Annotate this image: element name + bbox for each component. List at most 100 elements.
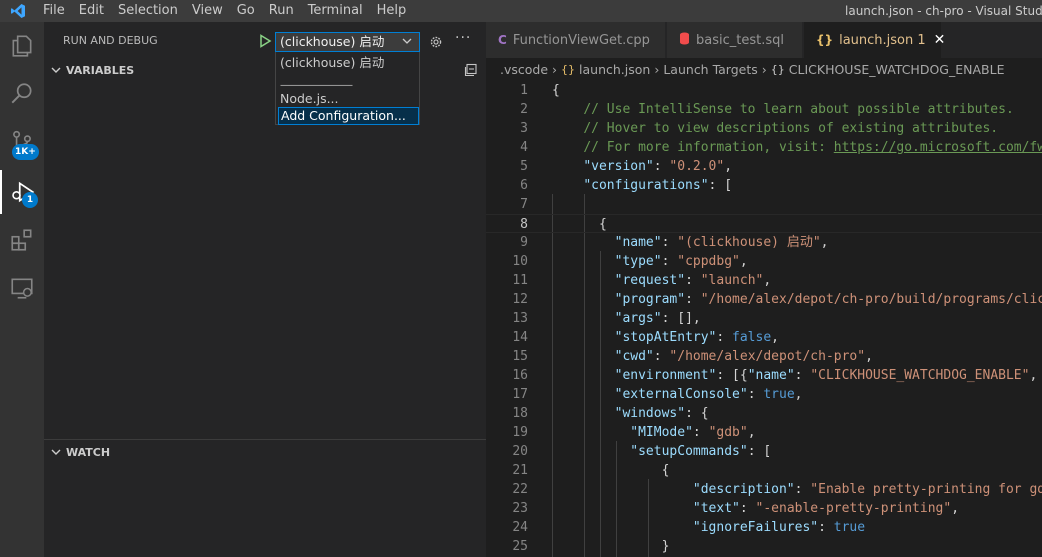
- watch-section-header[interactable]: WATCH: [44, 441, 486, 463]
- breadcrumb-watchdog-enable[interactable]: CLICKHOUSE_WATCHDOG_ENABLE: [789, 62, 1005, 77]
- extensions-button[interactable]: [0, 218, 44, 262]
- vscode-logo-icon: [0, 0, 36, 22]
- database-file-icon: [679, 32, 690, 48]
- dropdown-option-add-configuration[interactable]: Add Configuration...: [278, 107, 419, 125]
- object-icon: {}: [770, 62, 785, 76]
- menu-go[interactable]: Go: [230, 0, 262, 22]
- code-line[interactable]: 24 "ignoreFailures": true: [486, 518, 1042, 537]
- editor-group: C FunctionViewGet.cpp basic_test.sql {} …: [486, 22, 1042, 557]
- breadcrumb-launch-targets[interactable]: Launch Targets: [663, 62, 757, 77]
- run-debug-sidebar: RUN AND DEBUG (clickhouse) 启动 ··· (click…: [44, 22, 486, 557]
- code-text: "version": "0.2.0",: [583, 159, 733, 174]
- code-line[interactable]: 9 "name": "(clickhouse) 启动",: [486, 233, 1042, 252]
- code-line[interactable]: 1{: [486, 81, 1042, 100]
- code-text: "request": "launch",: [614, 273, 772, 288]
- debug-badge: 1: [22, 192, 38, 208]
- json-file-icon: {}: [816, 33, 834, 47]
- line-number: 2: [520, 102, 528, 117]
- line-number: 17: [512, 387, 528, 402]
- code-line[interactable]: 15 "cwd": "/home/alex/depot/ch-pro",: [486, 347, 1042, 366]
- code-line[interactable]: 14 "stopAtEntry": false,: [486, 328, 1042, 347]
- code-text: // Hover to view descriptions of existin…: [583, 121, 999, 136]
- code-line[interactable]: 22 "description": "Enable pretty-printin…: [486, 480, 1042, 499]
- start-debugging-play-icon[interactable]: [258, 34, 272, 48]
- code-line[interactable]: 6 "configurations": [: [486, 176, 1042, 195]
- menu-bar: File Edit Selection View Go Run Terminal…: [36, 0, 413, 22]
- code-text: }: [552, 539, 670, 554]
- code-text: {: [552, 463, 670, 478]
- search-button[interactable]: [0, 72, 44, 116]
- line-number: 8: [520, 217, 528, 232]
- code-line[interactable]: 5 "version": "0.2.0",: [486, 157, 1042, 176]
- tab-label: basic_test.sql: [696, 32, 784, 48]
- line-number: 4: [520, 140, 528, 155]
- extensions-icon: [11, 229, 32, 251]
- chevron-down-icon: [46, 59, 66, 81]
- menu-run[interactable]: Run: [262, 0, 301, 22]
- remote-explorer-button[interactable]: [0, 266, 44, 310]
- code-text: // For more information, visit: https://…: [583, 140, 1042, 155]
- more-actions-icon[interactable]: ···: [455, 30, 471, 46]
- tab-functionviewget-cpp[interactable]: C FunctionViewGet.cpp: [486, 22, 666, 58]
- code-line[interactable]: 17 "externalConsole": true,: [486, 385, 1042, 404]
- close-icon[interactable]: ✕: [934, 32, 946, 48]
- explorer-button[interactable]: [0, 24, 44, 68]
- code-text: "configurations": [: [583, 178, 733, 193]
- code-text: "windows": {: [614, 406, 709, 421]
- breadcrumb-vscode[interactable]: .vscode: [500, 62, 548, 77]
- tab-label: FunctionViewGet.cpp: [512, 32, 650, 48]
- menu-file[interactable]: File: [36, 0, 72, 22]
- code-line[interactable]: 20 "setupCommands": [: [486, 442, 1042, 461]
- code-text: "MIMode": "gdb",: [630, 425, 756, 440]
- tab-label: launch.json 1: [839, 32, 926, 48]
- code-text: {: [552, 83, 560, 98]
- remote-explorer-icon: [11, 278, 33, 299]
- breadcrumb-launch-json[interactable]: launch.json: [579, 62, 650, 77]
- run-debug-button[interactable]: 1: [0, 170, 44, 214]
- code-line[interactable]: 7: [486, 195, 1042, 214]
- menu-view[interactable]: View: [185, 0, 230, 22]
- code-line[interactable]: 10 "type": "cppdbg",: [486, 252, 1042, 271]
- code-line[interactable]: 16 "environment": [{"name": "CLICKHOUSE_…: [486, 366, 1042, 385]
- code-line[interactable]: 12 "program": "/home/alex/depot/ch-pro/b…: [486, 290, 1042, 309]
- menu-edit[interactable]: Edit: [72, 0, 111, 22]
- tab-launch-json[interactable]: {} launch.json 1 ✕: [804, 22, 945, 58]
- line-number: 25: [512, 539, 528, 554]
- chevron-right-icon: ›: [761, 61, 767, 77]
- line-number: 12: [512, 292, 528, 307]
- dropdown-option-clickhouse[interactable]: (clickhouse) 启动: [278, 54, 419, 72]
- code-line[interactable]: 2 // Use IntelliSense to learn about pos…: [486, 100, 1042, 119]
- code-line[interactable]: 21 {: [486, 461, 1042, 480]
- code-editor[interactable]: 1{2 // Use IntelliSense to learn about p…: [486, 80, 1042, 557]
- gear-icon[interactable]: [429, 35, 443, 49]
- code-line[interactable]: 11 "request": "launch",: [486, 271, 1042, 290]
- code-line[interactable]: 19 "MIMode": "gdb",: [486, 423, 1042, 442]
- debug-config-select[interactable]: (clickhouse) 启动: [275, 32, 420, 52]
- code-line[interactable]: 23 "text": "-enable-pretty-printing",: [486, 499, 1042, 518]
- line-number: 7: [520, 197, 528, 212]
- collapse-all-icon[interactable]: [464, 63, 478, 77]
- dropdown-option-nodejs[interactable]: Node.js...: [278, 90, 419, 108]
- line-number: 20: [512, 444, 528, 459]
- code-line[interactable]: 13 "args": [],: [486, 309, 1042, 328]
- code-text: "ignoreFailures": true: [692, 520, 866, 535]
- code-line[interactable]: 4 // For more information, visit: https:…: [486, 138, 1042, 157]
- code-line[interactable]: 18 "windows": {: [486, 404, 1042, 423]
- code-line[interactable]: 3 // Hover to view descriptions of exist…: [486, 119, 1042, 138]
- line-number: 23: [512, 501, 528, 516]
- code-text: "program": "/home/alex/depot/ch-pro/buil…: [614, 292, 1042, 307]
- menu-terminal[interactable]: Terminal: [301, 0, 370, 22]
- menu-help[interactable]: Help: [370, 0, 414, 22]
- source-control-button[interactable]: 1K+: [0, 120, 44, 164]
- search-icon: [11, 83, 32, 104]
- line-number: 14: [512, 330, 528, 345]
- editor-tabs: C FunctionViewGet.cpp basic_test.sql {} …: [486, 22, 1042, 58]
- code-line[interactable]: 25 }: [486, 537, 1042, 556]
- activity-bar: 1K+ 1: [0, 22, 44, 557]
- code-text: "setupCommands": [: [630, 444, 772, 459]
- cpp-file-icon: C: [498, 33, 507, 47]
- tab-basic-test-sql[interactable]: basic_test.sql: [667, 22, 803, 58]
- menu-selection[interactable]: Selection: [111, 0, 185, 22]
- code-line[interactable]: 8 {: [486, 214, 1042, 233]
- code-text: "text": "-enable-pretty-printing",: [692, 501, 960, 516]
